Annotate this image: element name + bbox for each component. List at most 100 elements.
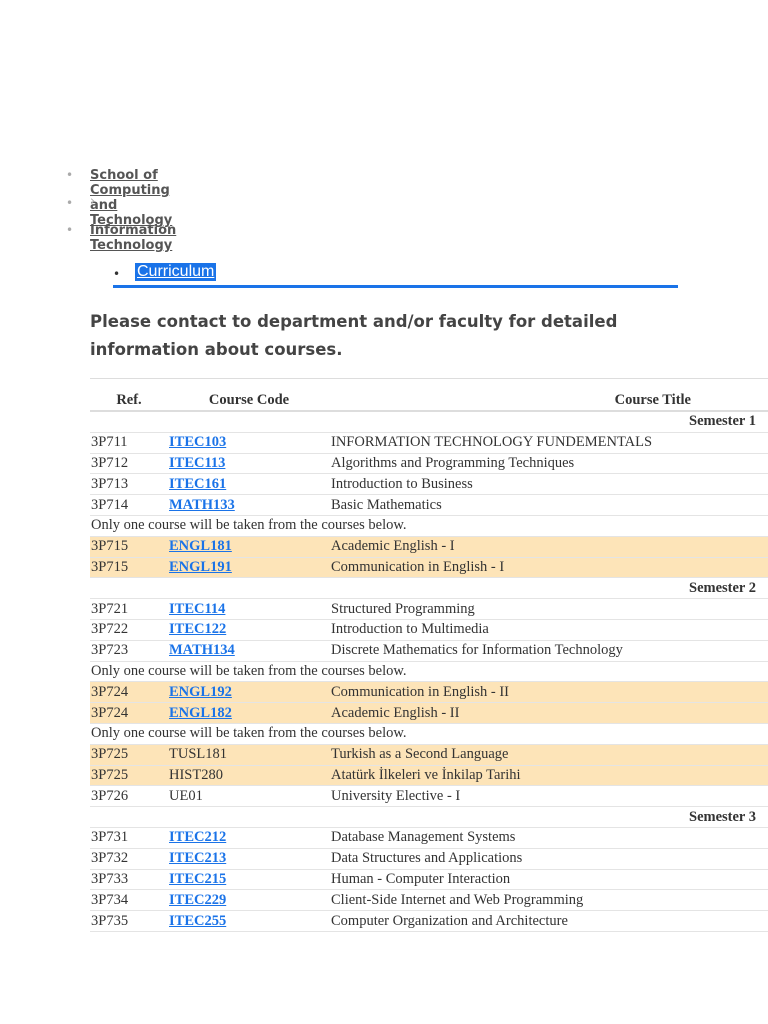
ref-cell: 3P731: [90, 827, 168, 849]
code-cell: MATH133: [168, 494, 330, 516]
semester-label: Semester 1: [90, 411, 768, 433]
course-code-link[interactable]: MATH133: [169, 497, 235, 513]
title-cell: Academic English - I: [330, 536, 768, 558]
table-row: 3P733 ITEC215 Human - Computer Interaction: [90, 869, 768, 891]
elective-note: Only one course will be taken from the c…: [90, 723, 768, 745]
code-cell: ITEC103: [168, 432, 330, 454]
ref-cell: 3P721: [90, 598, 168, 620]
table-row: 3P714 MATH133 Basic Mathematics: [90, 494, 768, 516]
course-code-link[interactable]: MATH134: [169, 642, 235, 658]
title-cell: University Elective - I: [330, 785, 768, 808]
ref-cell: 3P713: [90, 473, 168, 496]
title-cell: Academic English - II: [330, 702, 768, 724]
ref-cell: 3P725: [90, 765, 168, 787]
code-cell: ITEC212: [168, 827, 330, 849]
course-code-link[interactable]: ITEC103: [169, 434, 226, 450]
code-cell: ENGL191: [168, 557, 330, 579]
header-course-code: Course Code: [168, 379, 330, 412]
title-cell: Communication in English - I: [330, 557, 768, 579]
code-cell: ITEC255: [168, 910, 330, 932]
semester-label: Semester 2: [90, 577, 768, 600]
bullet-icon: •: [66, 195, 74, 210]
course-code-link[interactable]: ITEC122: [169, 621, 226, 637]
table-row: 3P715 ENGL181 Academic English - I: [90, 536, 768, 558]
title-cell: Turkish as a Second Language: [330, 744, 768, 766]
code-cell: ENGL181: [168, 536, 330, 558]
table-row: 3P722 ITEC122 Introduction to Multimedia: [90, 619, 768, 641]
elective-note: Only one course will be taken from the c…: [90, 661, 768, 683]
course-code-link[interactable]: ENGL191: [169, 559, 232, 575]
tab-curriculum[interactable]: Curriculum: [135, 263, 217, 281]
course-code-link[interactable]: ITEC161: [169, 476, 226, 492]
elective-note: Only one course will be taken from the c…: [90, 515, 768, 537]
tab-bar: • Curriculum: [113, 262, 678, 288]
title-cell: Data Structures and Applications: [330, 848, 768, 870]
semester-row: Semester 2: [90, 577, 768, 600]
title-cell: INFORMATION TECHNOLOGY FUNDEMENTALS: [330, 432, 768, 454]
note-row: Only one course will be taken from the c…: [90, 515, 768, 537]
title-cell: Human - Computer Interaction: [330, 869, 768, 891]
course-code-link[interactable]: ENGL182: [169, 705, 232, 721]
course-code: HIST280: [169, 766, 223, 783]
title-cell: Introduction to Business: [330, 473, 768, 496]
ref-cell: 3P722: [90, 619, 168, 641]
breadcrumb-link-program[interactable]: Information Technology: [90, 223, 176, 253]
bullet-icon: •: [113, 267, 121, 281]
title-cell: Basic Mathematics: [330, 494, 768, 516]
title-cell: Communication in English - II: [330, 681, 768, 704]
course-code-link[interactable]: ITEC213: [169, 850, 226, 866]
semester-row: Semester 3: [90, 806, 768, 828]
table-header-row: Ref. Course Code Course Title: [90, 379, 768, 412]
ref-cell: 3P734: [90, 889, 168, 912]
table-row: 3P734 ITEC229 Client-Side Internet and Web…: [90, 889, 768, 912]
course-code-link[interactable]: ITEC255: [169, 913, 226, 929]
table-row: 3P715 ENGL191 Communication in English - I: [90, 557, 768, 579]
title-cell: Client-Side Internet and Web Programming: [330, 889, 768, 912]
ref-cell: 3P725: [90, 744, 168, 766]
course-code-link[interactable]: ITEC212: [169, 829, 226, 845]
ref-cell: 3P715: [90, 557, 168, 579]
code-cell: ENGL182: [168, 702, 330, 724]
code-cell: ITEC215: [168, 869, 330, 891]
title-cell: Structured Programming: [330, 598, 768, 620]
semester-row: Semester 1: [90, 411, 768, 433]
code-cell: HIST280: [168, 765, 330, 787]
header-ref: Ref.: [90, 379, 168, 412]
notice-text: Please contact to department and/or facu…: [90, 312, 618, 359]
title-cell: Computer Organization and Architecture: [330, 910, 768, 932]
table-row: 3P713 ITEC161 Introduction to Business: [90, 473, 768, 496]
course-code-link[interactable]: ITEC113: [169, 455, 225, 471]
semester-label: Semester 3: [90, 806, 768, 828]
note-row: Only one course will be taken from the c…: [90, 723, 768, 745]
table-row: 3P723 MATH134 Discrete Mathematics for Inf…: [90, 640, 768, 662]
code-cell: TUSL181: [168, 744, 330, 766]
table-row: 3P724 ENGL192 Communication in English - I…: [90, 681, 768, 704]
course-code-link[interactable]: ENGL181: [169, 538, 232, 554]
bullet-icon: •: [66, 223, 74, 237]
course-code-link[interactable]: ITEC229: [169, 892, 226, 908]
ref-cell: 3P732: [90, 848, 168, 870]
code-cell: ITEC114: [168, 598, 330, 620]
course-code-link[interactable]: ENGL192: [169, 684, 232, 700]
table-row: 3P724 ENGL182 Academic English - II: [90, 702, 768, 724]
table-row: 3P712 ITEC113 Algorithms and Programming T…: [90, 453, 768, 475]
course-code: TUSL181: [169, 746, 227, 763]
course-code-link[interactable]: ITEC215: [169, 871, 226, 887]
code-cell: ITEC161: [168, 473, 330, 496]
breadcrumb-separator: ›: [90, 193, 96, 209]
ref-cell: 3P724: [90, 702, 168, 724]
title-cell: Introduction to Multimedia: [330, 619, 768, 641]
table-row: 3P732 ITEC213 Data Structures and Applicat…: [90, 848, 768, 870]
course-code: UE01: [169, 787, 203, 804]
course-code-link[interactable]: ITEC114: [169, 601, 225, 617]
table-row: 3P721 ITEC114 Structured Programming: [90, 598, 768, 620]
ref-cell: 3P733: [90, 869, 168, 891]
title-cell: Atatürk İlkeleri ve İnkilap Tarihi: [330, 765, 768, 787]
bullet-icon: •: [66, 168, 74, 182]
table-row: 3P726 UE01 University Elective - I: [90, 785, 768, 808]
breadcrumb-link-school[interactable]: School of Computing and Technology: [90, 168, 172, 228]
note-row: Only one course will be taken from the c…: [90, 661, 768, 683]
header-course-title: Course Title: [330, 379, 768, 412]
table-row: 3P725 TUSL181 Turkish as a Second Language: [90, 744, 768, 766]
ref-cell: 3P723: [90, 640, 168, 662]
